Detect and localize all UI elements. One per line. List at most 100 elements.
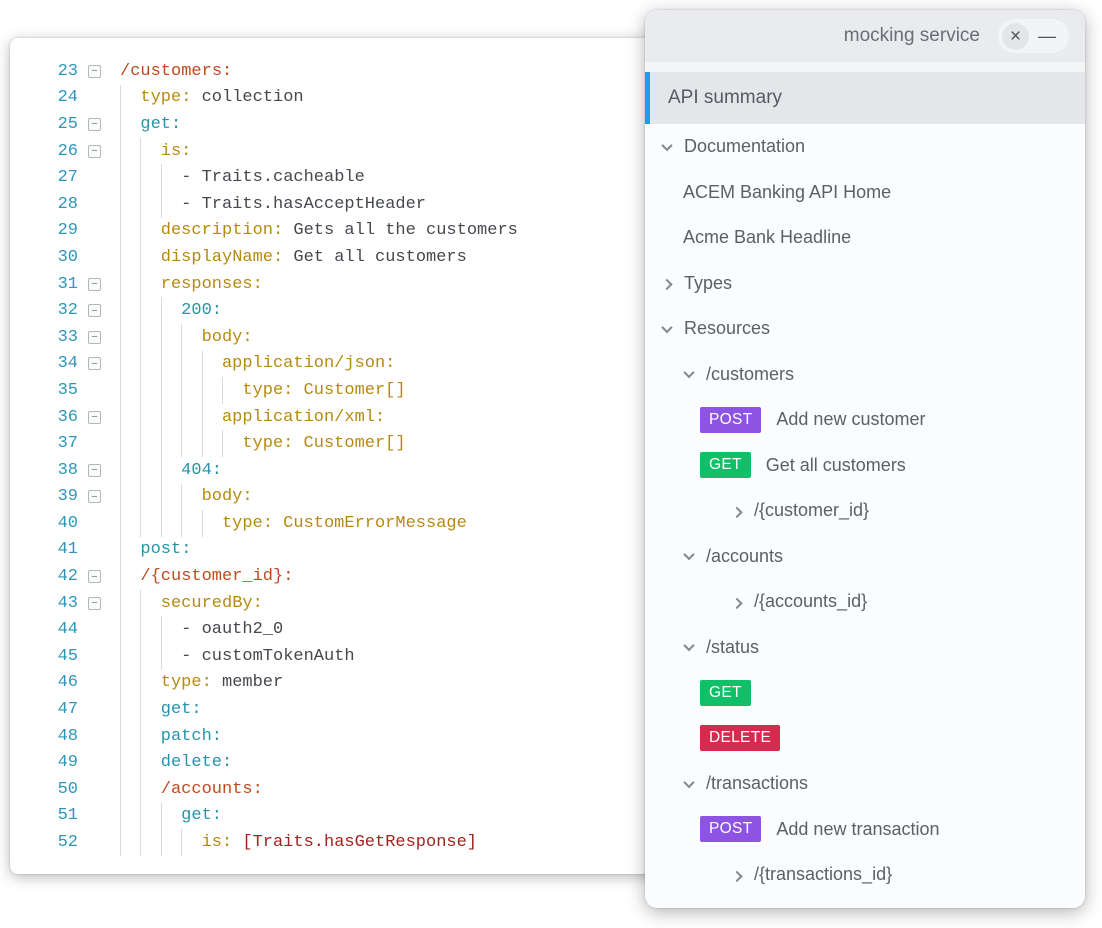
code-text[interactable]: description: Gets all the customers <box>120 218 518 245</box>
code-text[interactable]: responses: <box>120 271 263 298</box>
fold-column <box>88 543 101 556</box>
line-number: 43 <box>10 594 78 613</box>
code-text[interactable]: is: <box>120 138 191 165</box>
tree-item-resources[interactable]: Resources <box>645 306 1085 352</box>
code-text[interactable]: application/xml: <box>120 404 385 431</box>
code-text[interactable]: patch: <box>120 723 222 750</box>
indent-guide <box>120 324 140 351</box>
code-text[interactable]: - customTokenAuth <box>120 643 355 670</box>
indent-guide <box>140 670 160 697</box>
code-text[interactable]: get: <box>120 111 181 138</box>
indent-guide <box>120 484 140 511</box>
code-text[interactable]: application/json: <box>120 351 395 378</box>
code-text[interactable]: body: <box>120 484 253 511</box>
code-text[interactable]: type: Customer[] <box>120 430 406 457</box>
fold-column: − <box>88 490 101 503</box>
code-text[interactable]: body: <box>120 324 253 351</box>
fold-column: − <box>88 331 101 344</box>
fold-toggle-icon[interactable]: − <box>88 411 101 424</box>
tree-item-label: Add new customer <box>776 409 925 430</box>
method-badge-get[interactable]: GET <box>700 680 751 706</box>
method-badge-delete[interactable]: DELETE <box>700 725 780 751</box>
chevron-down-icon[interactable] <box>683 367 694 378</box>
fold-toggle-icon[interactable]: − <box>88 145 101 158</box>
code-text[interactable]: 404: <box>120 457 222 484</box>
code-text[interactable]: /accounts: <box>120 776 263 803</box>
indent-guide <box>120 590 140 617</box>
code-text[interactable]: is: [Traits.hasGetResponse] <box>120 829 477 856</box>
tree-item-customers-post[interactable]: POST Add new customer <box>645 397 1085 443</box>
fold-toggle-icon[interactable]: − <box>88 464 101 477</box>
tree-item-customer-id[interactable]: /{customer_id} <box>645 488 1085 534</box>
token-key: type: <box>222 514 273 533</box>
tree-item-transactions-id[interactable]: /{transactions_id} <box>645 852 1085 898</box>
token-plain: - Traits.cacheable <box>181 168 365 187</box>
tree-item-accounts[interactable]: /accounts <box>645 534 1085 580</box>
tree-item-status[interactable]: /status <box>645 625 1085 671</box>
fold-toggle-icon[interactable]: − <box>88 597 101 610</box>
code-text[interactable]: displayName: Get all customers <box>120 244 467 271</box>
fold-toggle-icon[interactable]: − <box>88 357 101 370</box>
code-text[interactable]: delete: <box>120 749 232 776</box>
tree-item-doc-acem-home[interactable]: ACEM Banking API Home <box>645 170 1085 216</box>
chevron-right-icon[interactable] <box>731 507 742 518</box>
code-text[interactable]: - Traits.hasAcceptHeader <box>120 191 426 218</box>
line-number: 50 <box>10 780 78 799</box>
code-text[interactable]: - oauth2_0 <box>120 616 283 643</box>
tree-item-customers-get[interactable]: GET Get all customers <box>645 443 1085 489</box>
indent-guide <box>161 191 181 218</box>
tree-item-types[interactable]: Types <box>645 261 1085 307</box>
token-plain: - Traits.hasAcceptHeader <box>181 195 426 214</box>
fold-column <box>88 224 101 237</box>
api-summary-tab[interactable]: API summary <box>645 72 1085 124</box>
tree-item-customers[interactable]: /customers <box>645 352 1085 398</box>
line-number: 34 <box>10 354 78 373</box>
tree-item-accounts-id[interactable]: /{accounts_id} <box>645 579 1085 625</box>
fold-toggle-icon[interactable]: − <box>88 278 101 291</box>
minimize-icon[interactable]: — <box>1038 27 1056 45</box>
tree-item-status-delete[interactable]: DELETE <box>645 716 1085 762</box>
code-text[interactable]: get: <box>120 696 202 723</box>
code-text[interactable]: type: Customer[] <box>120 377 406 404</box>
code-text[interactable]: - Traits.cacheable <box>120 164 365 191</box>
api-summary-label: API summary <box>668 87 782 109</box>
tree-item-status-get[interactable]: GET <box>645 670 1085 716</box>
method-badge-post[interactable]: POST <box>700 816 761 842</box>
tree-item-doc-acme-headline[interactable]: Acme Bank Headline <box>645 215 1085 261</box>
code-text[interactable]: type: collection <box>120 85 304 112</box>
code-text[interactable]: 200: <box>120 297 222 324</box>
chevron-down-icon[interactable] <box>661 140 672 151</box>
indent-guide <box>161 324 181 351</box>
code-text[interactable]: post: <box>120 537 191 564</box>
code-text[interactable]: type: member <box>120 670 283 697</box>
code-text[interactable]: /customers: <box>120 58 232 85</box>
tree-item-label: /status <box>706 637 759 658</box>
chevron-right-icon[interactable] <box>731 598 742 609</box>
token-key: type: <box>242 434 293 453</box>
chevron-right-icon[interactable] <box>731 871 742 882</box>
fold-toggle-icon[interactable]: − <box>88 65 101 78</box>
indent-guide <box>222 430 242 457</box>
fold-toggle-icon[interactable]: − <box>88 570 101 583</box>
code-text[interactable]: type: CustomErrorMessage <box>120 510 467 537</box>
fold-toggle-icon[interactable]: − <box>88 331 101 344</box>
tree-item-transactions-post[interactable]: POSTAdd new transaction <box>645 807 1085 853</box>
close-button[interactable]: × <box>1002 23 1029 50</box>
tree-item-documentation[interactable]: Documentation <box>645 124 1085 170</box>
chevron-down-icon[interactable] <box>683 640 694 651</box>
method-badge-post[interactable]: POST <box>700 407 761 433</box>
chevron-down-icon[interactable] <box>661 322 672 333</box>
chevron-down-icon[interactable] <box>683 549 694 560</box>
fold-toggle-icon[interactable]: − <box>88 490 101 503</box>
fold-column <box>88 251 101 264</box>
method-badge-get[interactable]: GET <box>700 452 751 478</box>
code-text[interactable]: /{customer_id}: <box>120 563 293 590</box>
tree-item-label: Get all customers <box>766 455 906 476</box>
chevron-down-icon[interactable] <box>683 777 694 788</box>
code-text[interactable]: securedBy: <box>120 590 263 617</box>
chevron-right-icon[interactable] <box>661 279 672 290</box>
fold-toggle-icon[interactable]: − <box>88 118 101 131</box>
fold-toggle-icon[interactable]: − <box>88 304 101 317</box>
tree-item-transactions[interactable]: /transactions <box>645 761 1085 807</box>
code-text[interactable]: get: <box>120 803 222 830</box>
